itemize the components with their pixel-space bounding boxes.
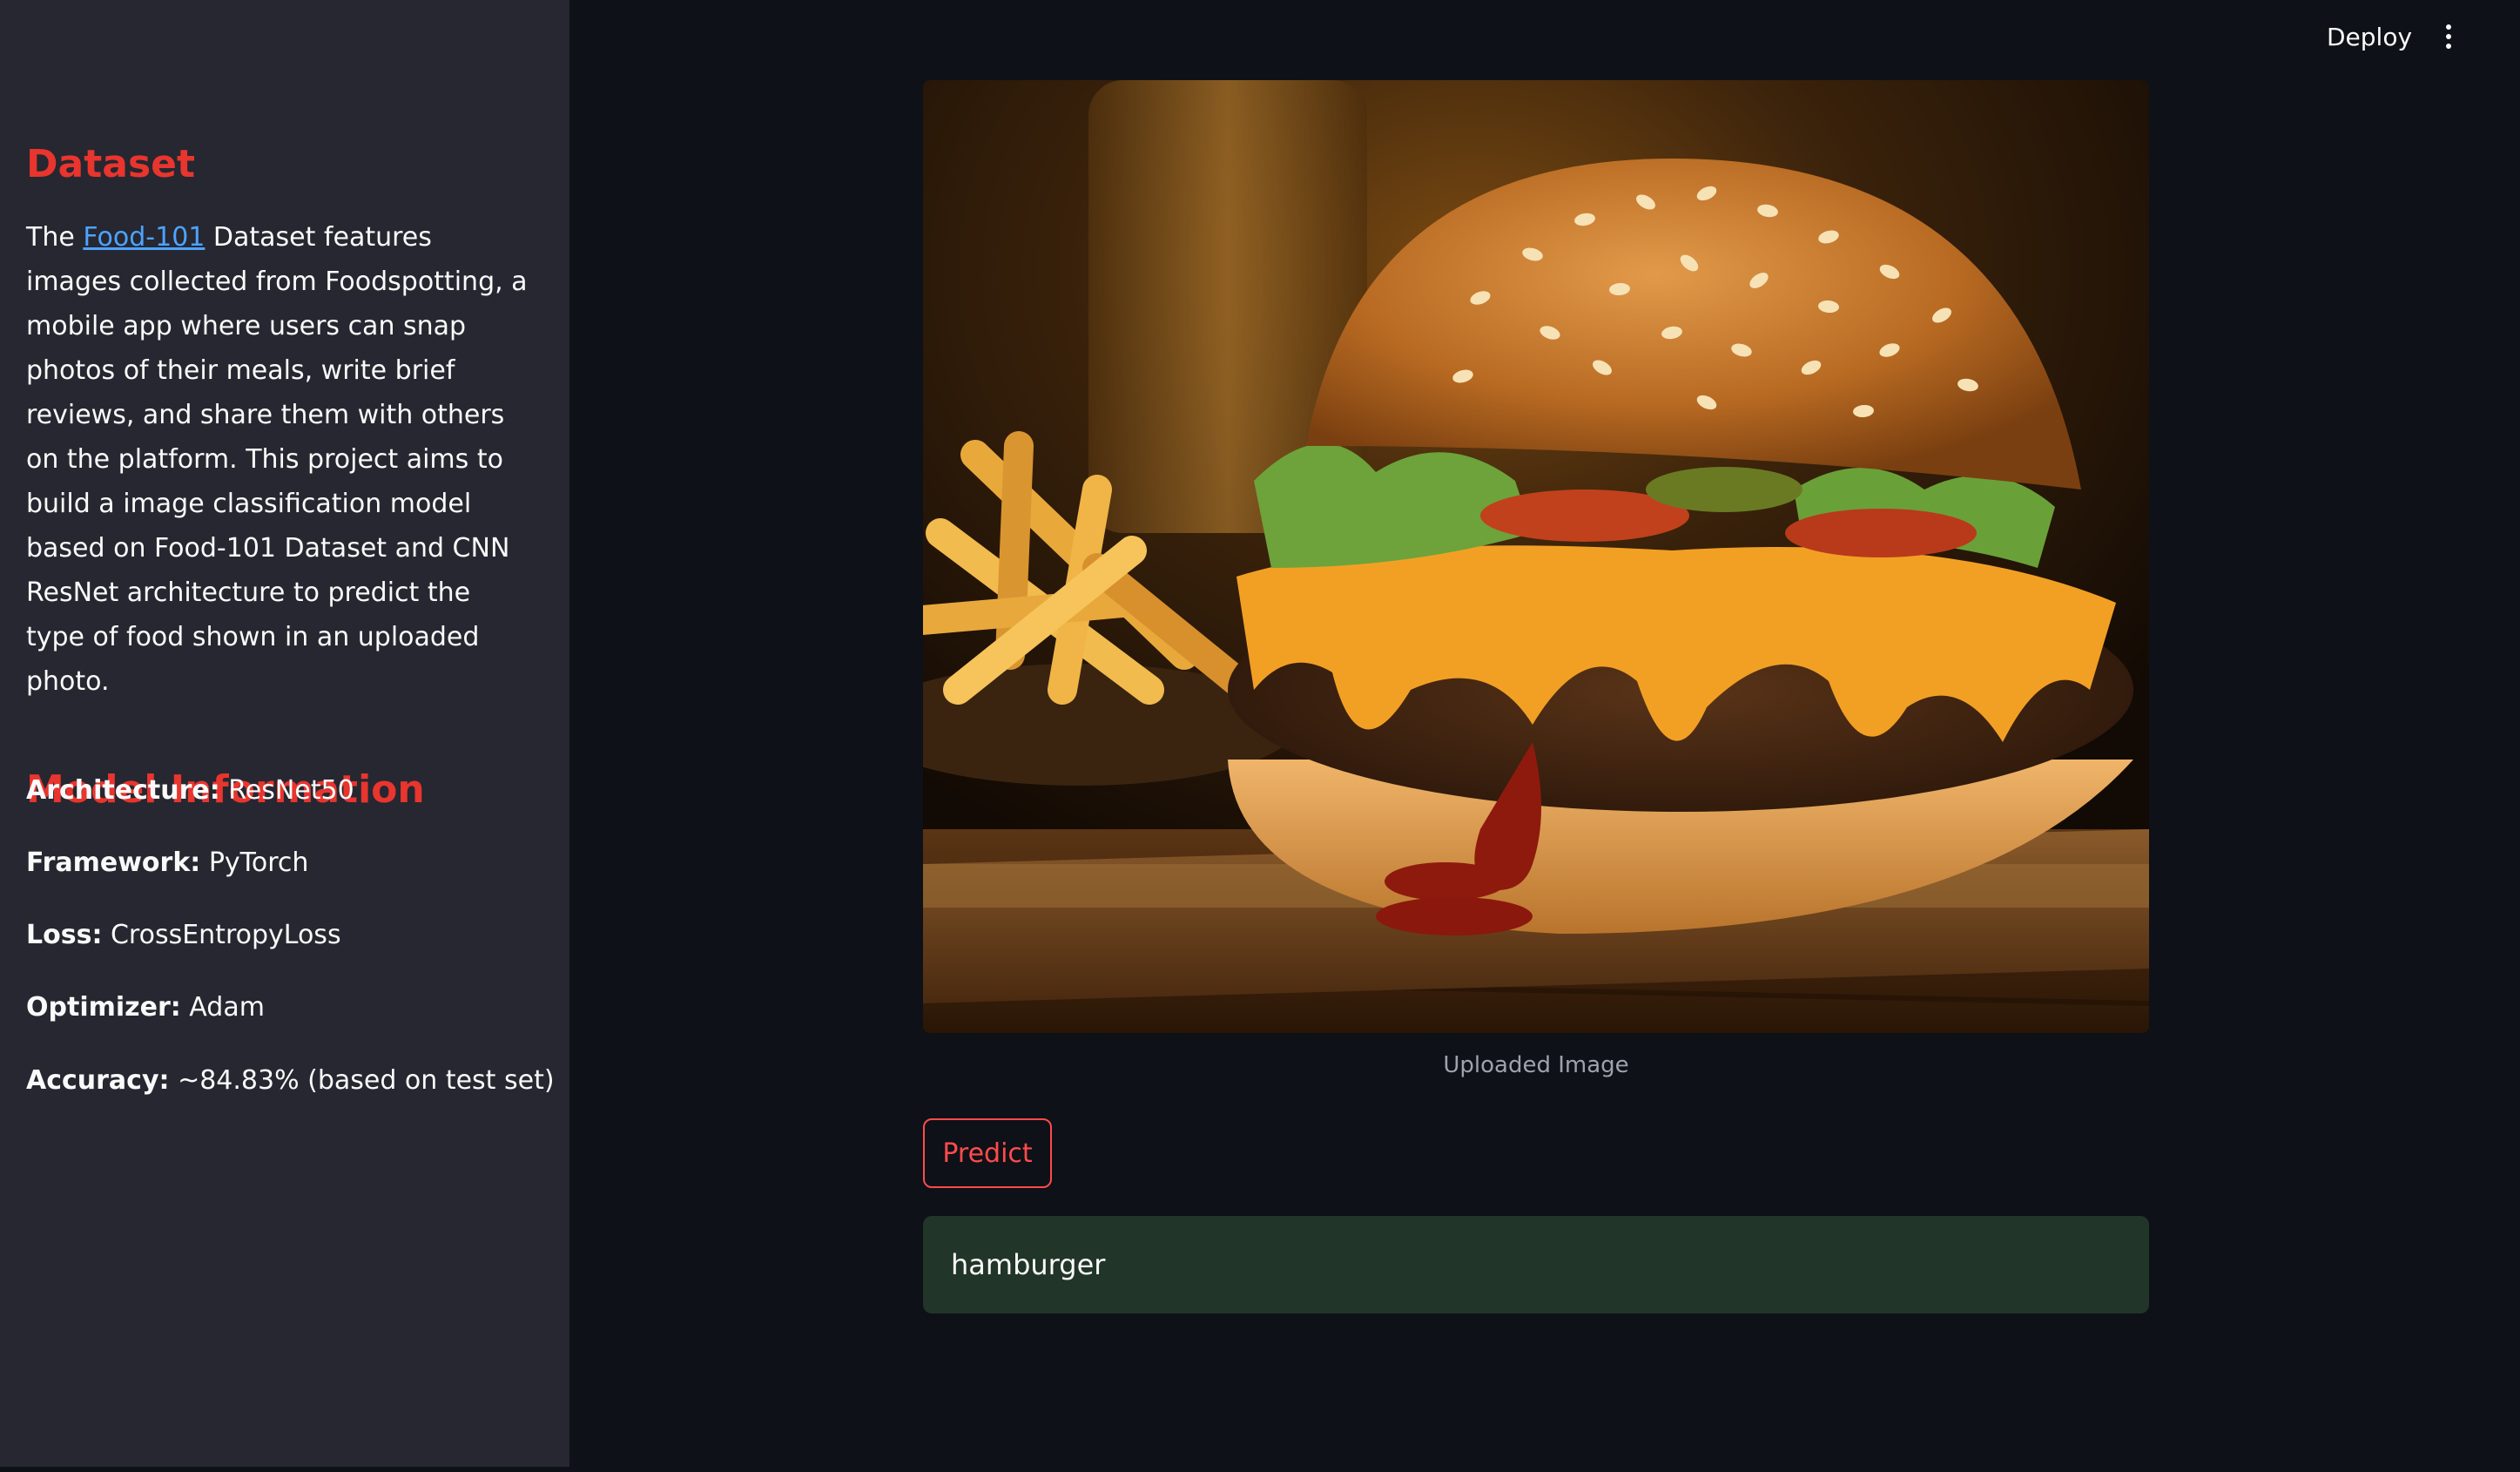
predict-button[interactable]: Predict [923, 1118, 1052, 1188]
architecture-label: Architecture: [26, 775, 220, 806]
hamburger-photo [923, 80, 2149, 1033]
dataset-description: The Food-101 Dataset features images col… [26, 215, 531, 704]
dataset-text-suffix: Dataset features images collected from F… [26, 222, 528, 698]
framework-label: Framework: [26, 847, 201, 878]
loss-value: CrossEntropyLoss [102, 920, 341, 950]
accuracy-info: Accuracy: ~84.83% (based on test set) [26, 1065, 555, 1096]
optimizer-label: Optimizer: [26, 992, 181, 1023]
architecture-value: ResNet50 [219, 775, 354, 806]
framework-value: PyTorch [200, 847, 309, 878]
loss-info: Loss: CrossEntropyLoss [26, 920, 341, 950]
loss-label: Loss: [26, 920, 103, 950]
food-101-link[interactable]: Food-101 [83, 222, 205, 253]
deploy-button[interactable]: Deploy [2327, 23, 2412, 51]
accuracy-value: ~84.83% (based on test set) [169, 1065, 555, 1096]
accuracy-label: Accuracy: [26, 1065, 170, 1096]
framework-info: Framework: PyTorch [26, 847, 308, 878]
sidebar: Dataset The Food-101 Dataset features im… [0, 0, 569, 1467]
image-caption: Uploaded Image [1443, 1052, 1629, 1078]
more-vert-icon[interactable] [2438, 24, 2459, 52]
prediction-result-box: hamburger [923, 1216, 2149, 1313]
dataset-heading: Dataset [26, 142, 196, 186]
sidebar-content: Dataset The Food-101 Dataset features im… [26, 139, 531, 814]
prediction-result: hamburger [951, 1248, 1106, 1281]
dataset-text-prefix: The [26, 222, 84, 253]
optimizer-info: Optimizer: Adam [26, 992, 265, 1023]
architecture-info: Architecture: ResNet50 [26, 775, 354, 806]
optimizer-value: Adam [180, 992, 265, 1023]
uploaded-image [923, 80, 2149, 1033]
